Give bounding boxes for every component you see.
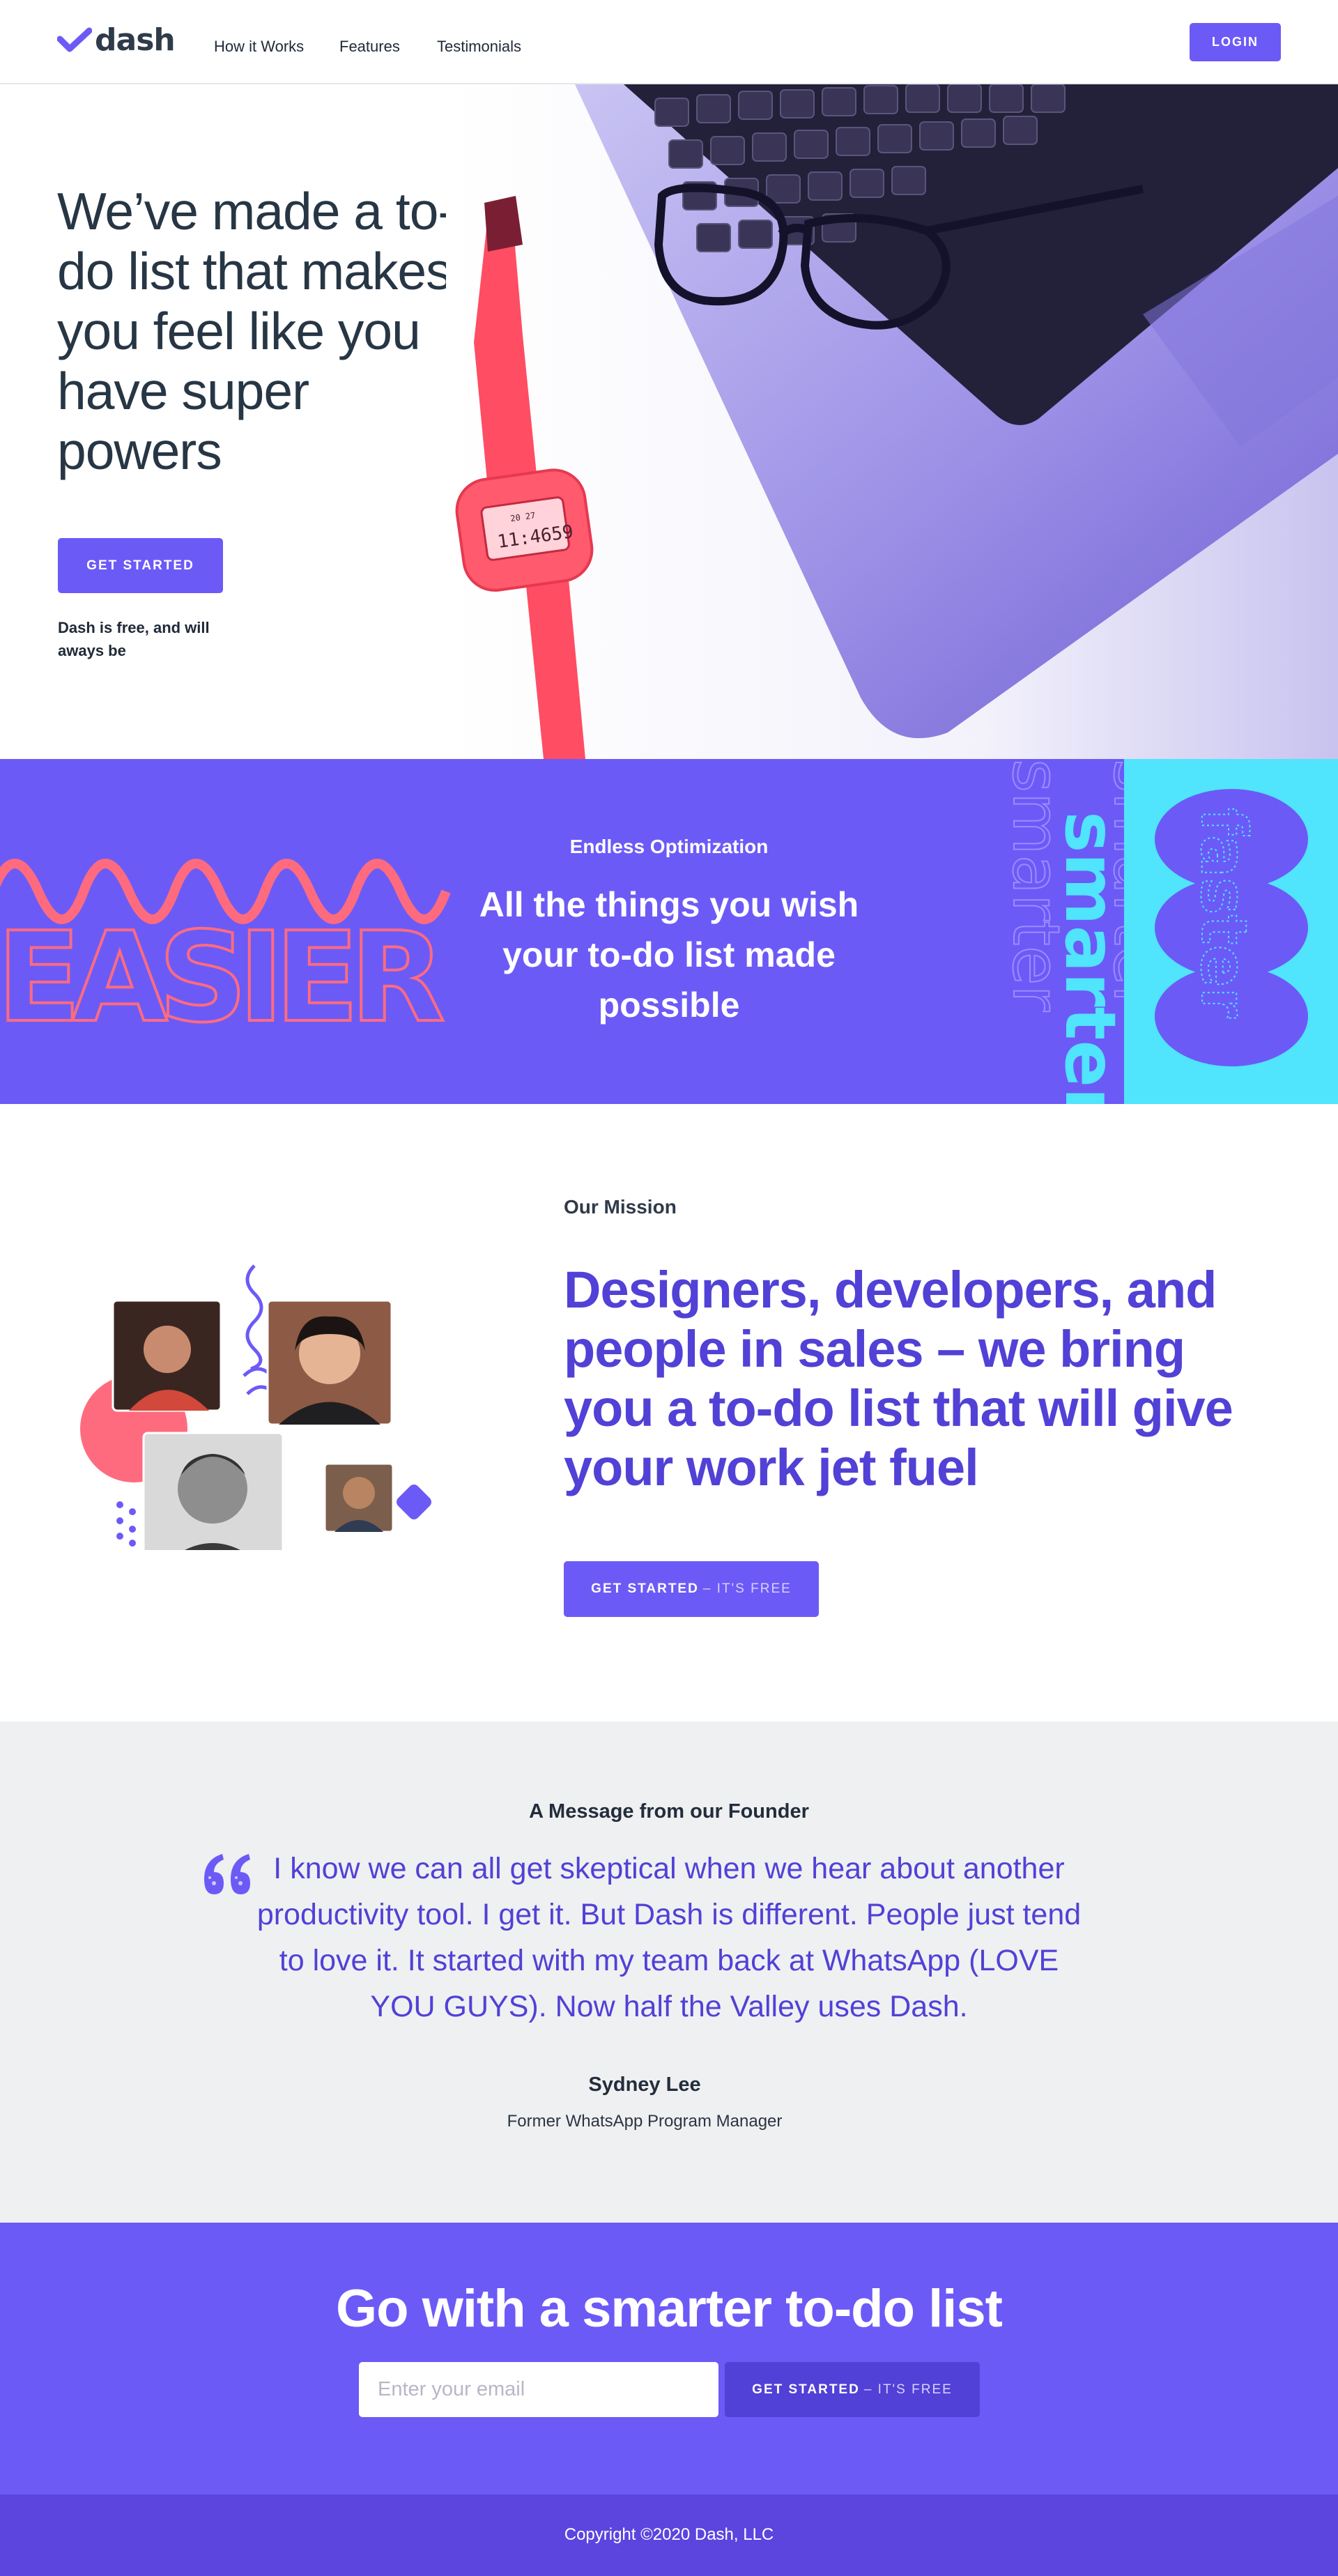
features-title: All the things you wish your to-do list … — [479, 885, 859, 1025]
mission-title: Designers, developers, and people in sal… — [564, 1261, 1233, 1496]
easier-art: EASIER — [0, 859, 451, 1051]
hero-image: 11:4659 20 27 — [446, 84, 1338, 759]
hero-note: Dash is free, and will aways be — [58, 619, 210, 659]
mission-section: Our Mission Designers, developers, and p… — [0, 1104, 1338, 1722]
quote-icon — [204, 1854, 250, 1894]
nav-link-how-it-works[interactable]: How it Works — [214, 38, 304, 56]
cta-title: Go with a smarter to-do list — [336, 2279, 1003, 2338]
team-photo-3 — [142, 1432, 284, 1550]
founder-quote: I know we can all get skeptical when we … — [256, 1852, 1082, 2023]
team-photo-2 — [266, 1299, 393, 1426]
art-word-faster: faster — [1187, 808, 1260, 1019]
nav-link-features[interactable]: Features — [339, 38, 400, 56]
logo-text: dash — [95, 22, 176, 58]
founder-role: Former WhatsApp Program Manager — [507, 2112, 783, 2131]
mission-get-started-button[interactable]: GET STARTED – IT'S FREE — [564, 1561, 819, 1617]
top-navigation: dash How it Works Features Testimonials … — [0, 0, 1338, 84]
cta-button-strong-label: GET STARTED — [752, 2382, 860, 2397]
team-photo-collage — [80, 1264, 431, 1550]
cta-button-light-label: – IT'S FREE — [863, 2382, 953, 2397]
mission-button-light-label: – IT'S FREE — [702, 1581, 792, 1596]
cta-get-started-button[interactable]: GET STARTED – IT'S FREE — [725, 2362, 980, 2417]
checkmark-logo-icon — [57, 27, 92, 52]
mission-eyebrow: Our Mission — [564, 1196, 677, 1218]
mission-button-strong-label: GET STARTED — [591, 1581, 699, 1596]
login-button[interactable]: LOGIN — [1190, 23, 1281, 61]
hero-title: We’ve made a to-do list that makes you f… — [57, 182, 455, 480]
brand-logo[interactable]: dash — [57, 22, 176, 58]
smarter-faster-art: smarter smarter smarter faster — [955, 759, 1338, 1104]
team-photo-4 — [323, 1462, 394, 1533]
email-input[interactable] — [359, 2362, 718, 2417]
footer-copyright: Copyright ©2020 Dash, LLC — [564, 2525, 774, 2544]
features-band: EASIER Endless Optimization All the thin… — [0, 759, 1338, 1104]
signup-cta-section: Go with a smarter to-do list GET STARTED… — [0, 2223, 1338, 2494]
nav-link-testimonials[interactable]: Testimonials — [437, 38, 521, 56]
features-eyebrow: Endless Optimization — [569, 836, 769, 857]
get-started-button[interactable]: GET STARTED — [58, 538, 223, 593]
founder-name: Sydney Lee — [588, 2073, 701, 2096]
team-photo-1 — [112, 1299, 222, 1412]
founder-eyebrow: A Message from our Founder — [529, 1800, 809, 1823]
art-word-smarter: smarter — [1049, 811, 1131, 1104]
hero-section: We’ve made a to-do list that makes you f… — [0, 84, 1338, 759]
art-word-easier: EASIER — [0, 905, 443, 1050]
founder-section: A Message from our Founder I know we can… — [0, 1722, 1338, 2223]
footer: Copyright ©2020 Dash, LLC — [0, 2494, 1338, 2576]
